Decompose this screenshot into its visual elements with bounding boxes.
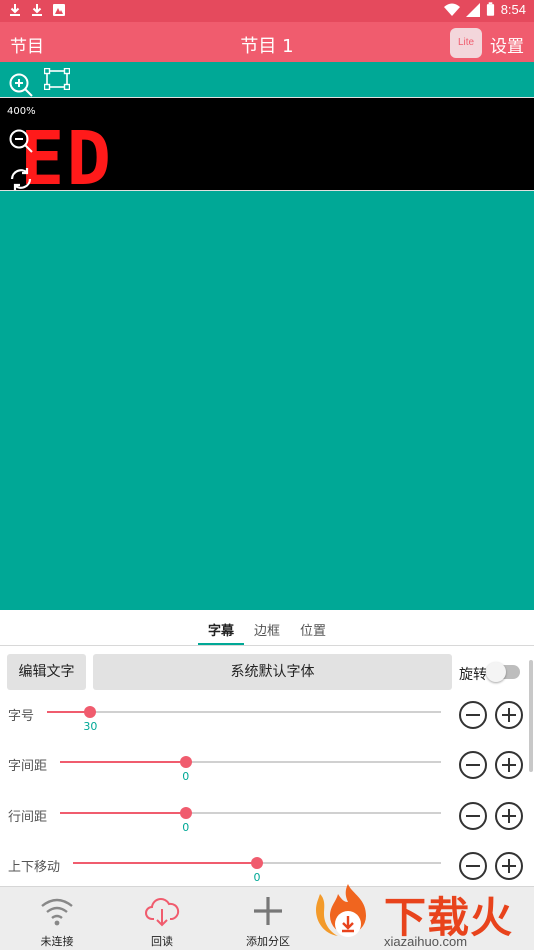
download-icon — [32, 4, 42, 16]
font-size-label: 字号 — [8, 709, 35, 724]
increase-button[interactable] — [495, 751, 523, 779]
readback-label: 回读 — [151, 935, 173, 948]
line-spacing-label: 行间距 — [8, 810, 48, 825]
signal-icon — [465, 2, 480, 17]
font-size-slider[interactable]: 30 — [47, 706, 441, 733]
letter-spacing-slider[interactable]: 0 — [60, 756, 441, 783]
subtitle-settings-panel: 编辑文字 系统默认字体 旋转 字号 30 字间距 0 行间距 0 上下移动 0 — [0, 646, 534, 886]
tab-indicator — [198, 643, 244, 645]
vertical-move-label: 上下移动 — [8, 860, 61, 875]
lite-badge[interactable]: Lite — [450, 28, 482, 58]
app-bar: 节目 节目 1 Lite 设置 — [0, 22, 534, 62]
connection-button[interactable]: 未连接 — [12, 887, 102, 950]
select-area-icon[interactable] — [44, 68, 70, 90]
readback-button[interactable]: 回读 — [117, 887, 207, 950]
slider-thumb[interactable] — [179, 807, 192, 819]
add-partition-label: 添加分区 — [246, 935, 290, 948]
settings-button[interactable]: 设置 — [490, 32, 524, 57]
line-spacing-slider[interactable]: 0 — [60, 807, 441, 834]
slider-fill — [60, 812, 186, 814]
slider-fill — [73, 862, 257, 864]
status-bar: 8:54 — [0, 0, 534, 22]
image-icon — [53, 4, 65, 16]
rotate-label: 旋转 — [459, 667, 487, 683]
decrease-button[interactable] — [459, 852, 487, 880]
editor-canvas[interactable]: ED 400% — [0, 62, 534, 610]
slider-thumb[interactable] — [251, 857, 263, 869]
cloud-download-icon — [145, 898, 180, 927]
decrease-button[interactable] — [459, 701, 487, 729]
decrease-button[interactable] — [459, 802, 487, 830]
slider-thumb[interactable] — [179, 756, 192, 768]
zoom-in-icon[interactable] — [8, 72, 34, 98]
slider-value: 0 — [182, 770, 190, 783]
download-icon — [10, 4, 20, 16]
letter-spacing-label: 字间距 — [8, 759, 48, 774]
increase-button[interactable] — [495, 802, 523, 830]
zoom-out-icon[interactable] — [8, 128, 34, 154]
watermark: 下载火 xiazaihuo.com — [312, 880, 534, 950]
wifi-icon — [41, 898, 73, 926]
tab-subtitle[interactable]: 字幕 — [208, 620, 234, 639]
tab-position[interactable]: 位置 — [300, 620, 326, 639]
wifi-icon — [443, 3, 460, 16]
tab-border[interactable]: 边框 — [254, 620, 280, 639]
edit-text-button[interactable]: 编辑文字 — [7, 654, 86, 690]
plus-icon — [254, 897, 282, 925]
tab-bar: 字幕 边框 位置 — [0, 610, 534, 646]
decrease-button[interactable] — [459, 751, 487, 779]
refresh-icon[interactable] — [8, 166, 34, 192]
increase-button[interactable] — [495, 701, 523, 729]
battery-icon — [486, 2, 494, 16]
rotate-toggle[interactable] — [486, 662, 520, 682]
led-preview[interactable]: ED — [0, 97, 534, 196]
connection-label: 未连接 — [40, 935, 74, 948]
slider-value: 0 — [253, 871, 261, 884]
font-select-button[interactable]: 系统默认字体 — [93, 654, 452, 690]
zoom-level: 400% — [7, 106, 36, 117]
slider-value: 30 — [83, 720, 98, 733]
increase-button[interactable] — [495, 852, 523, 880]
add-partition-button[interactable]: 添加分区 — [223, 887, 313, 950]
watermark-subtext: xiazaihuo.com — [384, 934, 468, 949]
slider-value: 0 — [182, 821, 190, 834]
slider-thumb[interactable] — [84, 706, 97, 718]
vertical-move-slider[interactable]: 0 — [73, 857, 441, 884]
clock-time: 8:54 — [500, 2, 526, 17]
panel-scrollbar[interactable] — [529, 660, 533, 772]
toggle-knob — [486, 662, 506, 682]
flame-logo-icon — [316, 884, 366, 937]
slider-fill — [60, 761, 186, 763]
